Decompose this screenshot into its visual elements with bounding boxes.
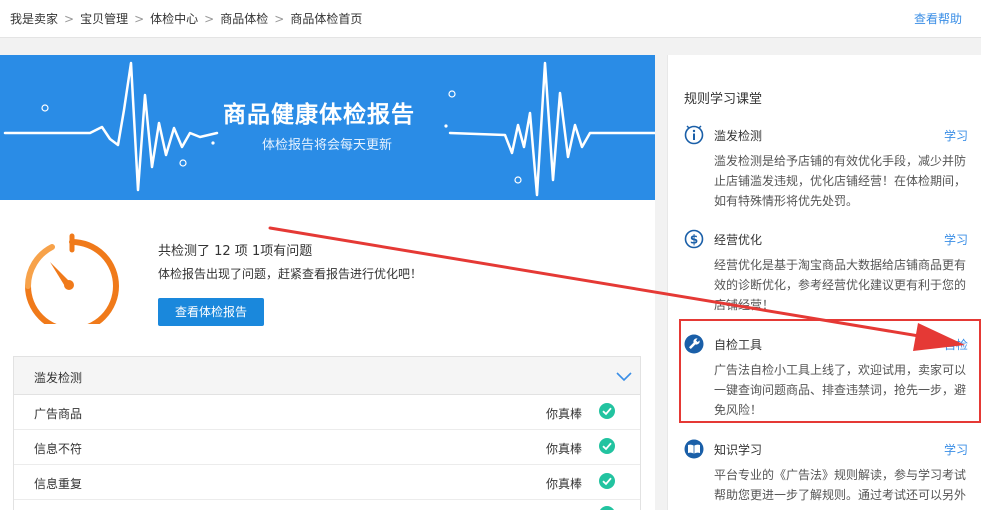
breadcrumb-separator: > xyxy=(134,12,145,26)
breadcrumb-separator: > xyxy=(274,12,285,26)
check-name: 信息重复 xyxy=(34,477,83,491)
check-circle-icon xyxy=(599,473,615,489)
learn-link[interactable]: 学习 xyxy=(944,127,968,144)
check-row: 信息不符 你真棒 xyxy=(14,430,640,465)
breadcrumb-seller[interactable]: 我是卖家 xyxy=(10,12,58,26)
spam-check-panel: 滥发检测 广告商品 你真棒 信息不符 你真棒 信息重复 你真棒 xyxy=(13,356,641,510)
breadcrumb-product-checkup[interactable]: 商品体检 xyxy=(220,12,268,26)
health-report-banner: 商品健康体检报告 体检报告将会每天更新 xyxy=(0,55,655,200)
main-content: 商品健康体检报告 体检报告将会每天更新 共检测了 12 项 1项有问题 体检报告… xyxy=(0,55,655,510)
card-description: 滥发检测是给予店铺的有效优化手段，减少并防止店铺滥发违规，优化店铺经营！在体检期… xyxy=(714,154,967,208)
sidebar-title: 规则学习课堂 xyxy=(684,92,763,107)
info-icon xyxy=(684,125,704,145)
svg-text:$: $ xyxy=(690,233,698,247)
banner-title: 商品健康体检报告 xyxy=(223,102,415,128)
learn-link[interactable]: 学习 xyxy=(944,441,968,458)
breadcrumb-separator: > xyxy=(64,12,75,26)
timer-icon xyxy=(25,233,119,324)
book-icon xyxy=(684,439,704,459)
learn-link[interactable]: 学习 xyxy=(944,231,968,248)
help-link[interactable]: 查看帮助 xyxy=(914,10,962,27)
highlight-box xyxy=(679,319,981,423)
check-status: 你真棒 xyxy=(546,407,583,421)
dollar-icon: $ xyxy=(684,229,704,249)
check-circle-icon xyxy=(600,506,614,510)
card-description: 经营优化是基于淘宝商品大数据给店铺商品更有效的诊断优化，参考经营优化建议更有利于… xyxy=(714,258,967,312)
breadcrumb: 我是卖家 > 宝贝管理 > 体检中心 > 商品体检 > 商品体检首页 xyxy=(10,10,362,27)
breadcrumb-checkup-center[interactable]: 体检中心 xyxy=(150,12,198,26)
check-name: 信息不符 xyxy=(34,442,83,456)
check-name: 广告商品 xyxy=(34,407,83,421)
panel-header[interactable]: 滥发检测 xyxy=(14,357,640,395)
top-bar: 我是卖家 > 宝贝管理 > 体检中心 > 商品体检 > 商品体检首页 查看帮助 xyxy=(0,0,981,38)
app-root: 我是卖家 > 宝贝管理 > 体检中心 > 商品体检 > 商品体检首页 查看帮助 商品健康体检报告… xyxy=(0,0,981,510)
banner-subtitle: 体检报告将会每天更新 xyxy=(262,138,393,153)
check-row: 信息重复 你真棒 xyxy=(14,465,640,500)
summary-description: 体检报告出现了问题，赶紧查看报告进行优化吧！ xyxy=(158,267,423,281)
breadcrumb-items[interactable]: 宝贝管理 xyxy=(80,12,128,26)
chevron-down-icon[interactable] xyxy=(614,366,634,386)
rules-sidebar: 规则学习课堂 滥发检测 学习 滥发检测是给予店铺的有效优化手段，减少并防止店铺滥… xyxy=(667,55,981,510)
card-title: 滥发检测 xyxy=(714,129,763,143)
breadcrumb-separator: > xyxy=(204,12,215,26)
card-title: 经营优化 xyxy=(714,233,763,247)
check-row xyxy=(14,500,640,510)
card-title: 知识学习 xyxy=(714,443,763,457)
check-circle-icon xyxy=(599,438,615,454)
check-status: 你真棒 xyxy=(546,442,583,456)
breadcrumb-current: 商品体检首页 xyxy=(290,12,363,26)
summary-title: 共检测了 12 项 1项有问题 xyxy=(158,244,313,259)
check-status: 你真棒 xyxy=(546,477,583,491)
check-row: 广告商品 你真棒 xyxy=(14,395,640,430)
card-description: 平台专业的《广告法》规则解读，参与学习考试帮助您更进一步了解规则。通过考试还可以… xyxy=(714,468,967,502)
view-report-button[interactable]: 查看体检报告 xyxy=(158,298,264,326)
panel-title: 滥发检测 xyxy=(34,371,83,385)
check-circle-icon xyxy=(599,403,615,419)
